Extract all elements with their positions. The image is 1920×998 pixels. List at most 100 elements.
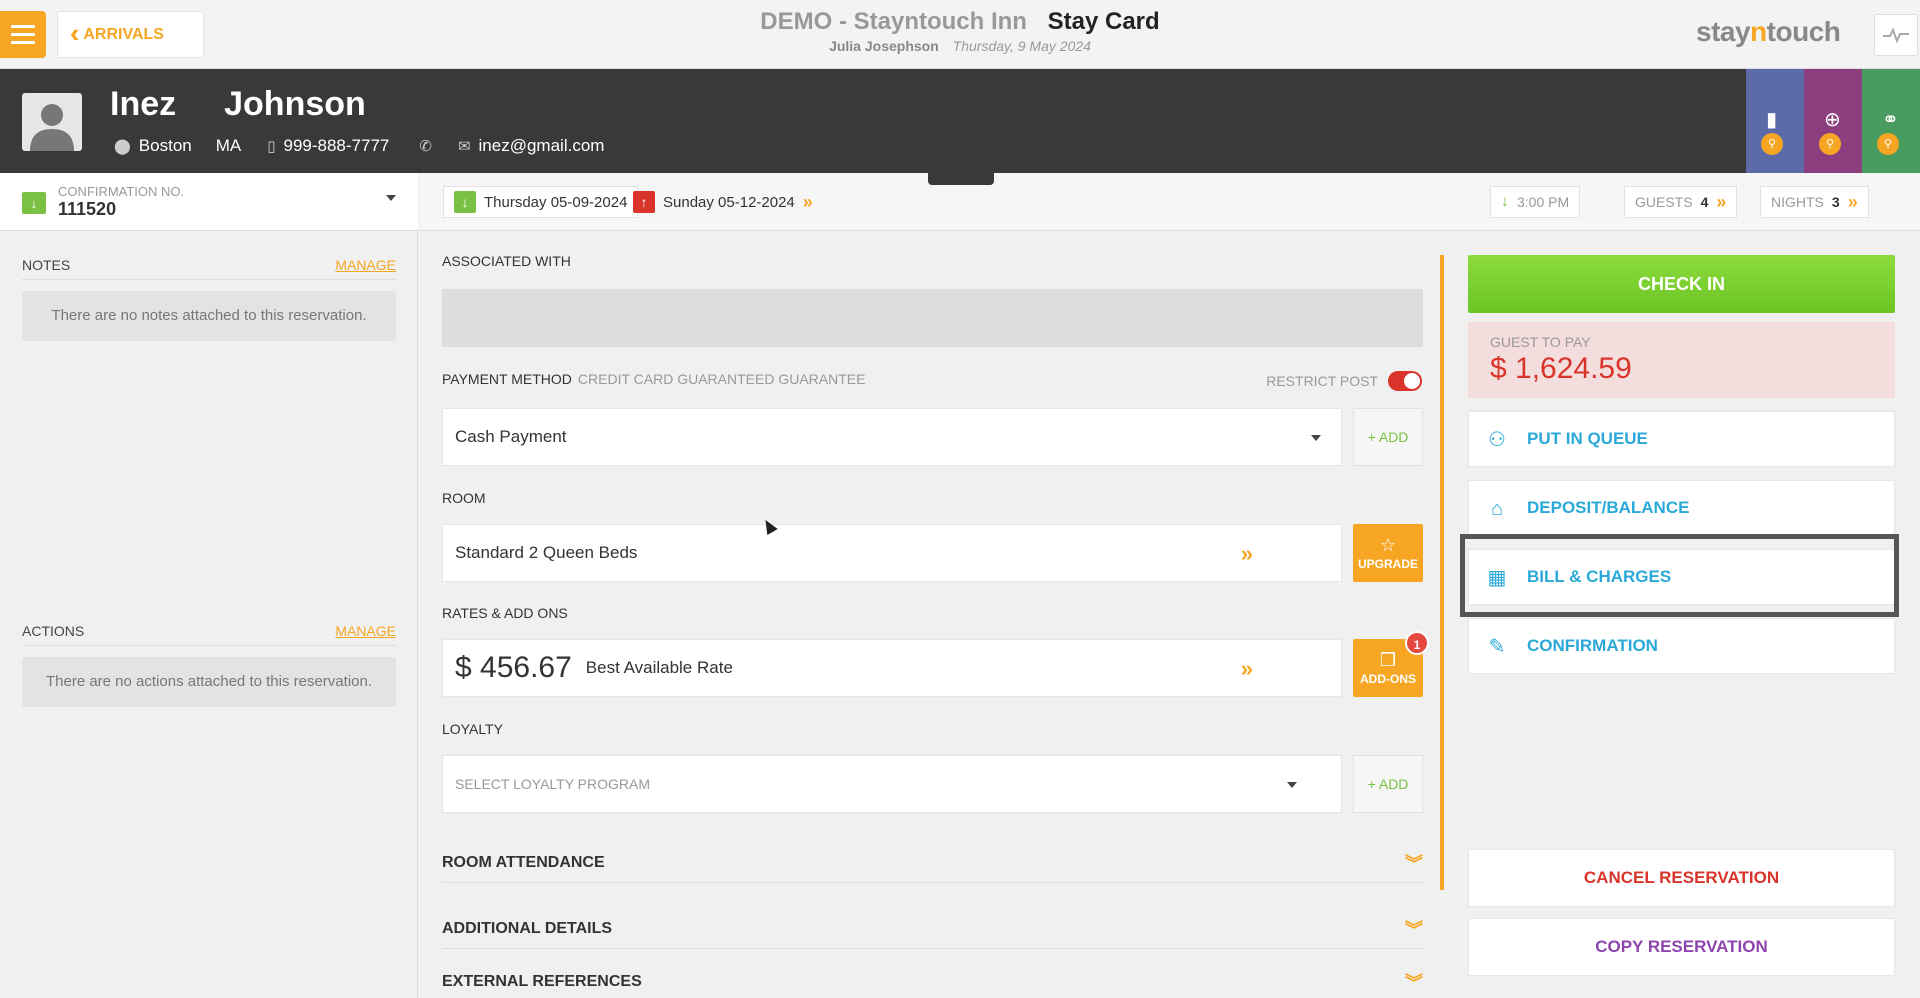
room-type-value: Standard 2 Queen Beds: [455, 543, 638, 562]
rates-label: RATES & ADD ONS: [442, 605, 568, 621]
add-loyalty-button[interactable]: + ADD: [1353, 755, 1423, 813]
guest-first-name: Inez: [110, 85, 177, 123]
telephone-icon: ✆: [419, 138, 432, 155]
caret-down-icon: [1311, 435, 1321, 441]
guest-location: ⬤ Boston MA: [114, 136, 241, 156]
door-icon: ▮: [1766, 109, 1778, 131]
guest-name[interactable]: Inez Johnson: [110, 85, 366, 124]
pen-icon: ✎: [1488, 636, 1506, 658]
put-in-queue-label: PUT IN QUEUE: [1527, 429, 1648, 448]
confirmation-selector[interactable]: ↓ CONFIRMATION NO. 111520: [0, 173, 418, 231]
loyalty-label: LOYALTY: [442, 721, 503, 737]
cancel-reservation-button[interactable]: CANCEL RESERVATION: [1468, 849, 1895, 907]
notes-empty-message: There are no notes attached to this rese…: [22, 291, 396, 341]
restrict-post-toggle[interactable]: [1388, 371, 1422, 391]
upgrade-label: UPGRADE: [1357, 556, 1418, 571]
loyalty-placeholder: SELECT LOYALTY PROGRAM: [455, 776, 651, 792]
section-title: EXTERNAL REFERENCES: [442, 973, 642, 990]
caret-down-icon: [386, 195, 396, 201]
tile-group-card[interactable]: ⚭ ⚲: [1862, 69, 1920, 173]
deposit-balance-button[interactable]: ⌂ DEPOSIT/BALANCE: [1468, 480, 1895, 536]
departure-date: Sunday 05-12-2024: [663, 193, 795, 211]
arrival-time-button[interactable]: ↓ 3:00 PM: [1490, 186, 1581, 218]
guest-to-pay-label: GUEST TO PAY: [1490, 334, 1591, 350]
drawer-handle[interactable]: [928, 173, 994, 185]
guest-email[interactable]: ✉ inez@gmail.com: [458, 136, 604, 156]
upgrade-button[interactable]: ☆ UPGRADE: [1353, 524, 1423, 582]
add-ons-button[interactable]: ❒ ADD-ONS 1: [1353, 631, 1429, 697]
confirmation-number: 111520: [58, 199, 117, 219]
external-references-section[interactable]: EXTERNAL REFERENCES ︾: [442, 967, 1423, 997]
calculator-icon: ▦: [1487, 567, 1507, 589]
actions-empty-message: There are no actions attached to this re…: [22, 657, 396, 707]
copy-reservation-button[interactable]: COPY RESERVATION: [1468, 918, 1895, 976]
tile-company-card[interactable]: ⊕ ⚲: [1804, 69, 1862, 173]
double-chevron-down-icon: »: [802, 191, 813, 212]
user-name: Julia Josephson: [829, 38, 939, 54]
stayntouch-logo: stayntouch: [1696, 16, 1841, 47]
chevron-down-icon: ︾: [1405, 919, 1423, 940]
actions-manage-link[interactable]: MANAGE: [335, 623, 396, 639]
arrival-arrow-icon: ↓: [1501, 193, 1509, 210]
guest-phone-number: 999-888-7777: [283, 136, 390, 155]
put-in-queue-button[interactable]: ⚇ PUT IN QUEUE: [1468, 411, 1895, 467]
rate-field[interactable]: $ 456.67 Best Available Rate »: [442, 639, 1342, 697]
payment-guarantee: CREDIT CARD GUARANTEED GUARANTEE: [577, 371, 866, 387]
arrival-arrow-icon: ↓: [22, 192, 46, 214]
double-chevron-right-icon: »: [1240, 656, 1253, 681]
guest-to-pay-amount: $ 1,624.59: [1490, 352, 1632, 385]
bill-charges-button[interactable]: ▦ BILL & CHARGES: [1468, 549, 1895, 605]
loyalty-program-select[interactable]: SELECT LOYALTY PROGRAM: [442, 755, 1342, 813]
mobile-phone-icon: ▯: [267, 138, 276, 155]
restrict-post-label: RESTRICT POST: [1266, 373, 1378, 389]
confirmation-button[interactable]: ✎ CONFIRMATION: [1468, 618, 1895, 674]
double-chevron-right-icon: »: [1240, 541, 1253, 566]
room-label: ROOM: [442, 490, 486, 506]
box-icon: ❒: [1379, 649, 1397, 670]
room-attendance-section[interactable]: ROOM ATTENDANCE ︾: [442, 843, 1423, 883]
guest-phone[interactable]: ▯ 999-888-7777 ✆: [267, 136, 432, 156]
double-chevron-right-icon: »: [1847, 191, 1858, 212]
confirmation-label: CONFIRMATION NO.: [58, 184, 185, 199]
payment-method-value: Cash Payment: [455, 427, 567, 446]
guest-to-pay-box: GUEST TO PAY $ 1,624.59: [1468, 322, 1895, 398]
guest-city: Boston: [138, 136, 192, 155]
associated-with-box[interactable]: [442, 289, 1423, 347]
section-title: ADDITIONAL DETAILS: [442, 919, 613, 937]
nights-label: NIGHTS: [1771, 194, 1824, 210]
additional-details-section[interactable]: ADDITIONAL DETAILS ︾: [442, 909, 1423, 949]
guests-label: GUESTS: [1635, 194, 1693, 210]
stay-dates-bar: ↓ Thursday 05-09-2024 ↑ Sunday 05-12-202…: [419, 173, 1920, 231]
person-silhouette-icon: [30, 104, 74, 151]
globe-icon: ⊕: [1824, 109, 1841, 131]
actions-header: ACTIONS MANAGE: [22, 623, 396, 646]
notes-manage-link[interactable]: MANAGE: [335, 257, 396, 273]
arrival-date: Thursday 05-09-2024: [484, 193, 628, 211]
guest-avatar[interactable]: [22, 93, 82, 151]
pulse-icon: [1883, 27, 1909, 43]
left-sidebar: ↓ CONFIRMATION NO. 111520 NOTES MANAGE T…: [0, 173, 418, 998]
payment-method-select[interactable]: Cash Payment: [442, 408, 1342, 466]
guests-button[interactable]: GUESTS 4 »: [1624, 186, 1738, 218]
room-type-field[interactable]: Standard 2 Queen Beds »: [442, 524, 1342, 582]
add-ons-label: ADD-ONS: [1360, 671, 1416, 686]
star-icon: ☆: [1379, 534, 1397, 555]
add-payment-button[interactable]: + ADD: [1353, 408, 1423, 466]
departure-date-button[interactable]: ↑ Sunday 05-12-2024 »: [623, 186, 823, 218]
arrival-date-button[interactable]: ↓ Thursday 05-09-2024: [443, 186, 639, 218]
tile-room-preferences[interactable]: ▮ ⚲: [1746, 69, 1804, 173]
payment-method-label: PAYMENT METHOD CREDIT CARD GUARANTEED GUA…: [442, 371, 866, 387]
top-bar: ‹‹ ARRIVALS DEMO - Stayntouch Inn Stay C…: [0, 0, 1920, 69]
arrival-arrow-icon: ↓: [454, 191, 476, 213]
magnifier-icon: ⚲: [1819, 133, 1841, 155]
associated-with-label: ASSOCIATED WITH: [442, 253, 571, 269]
section-title: ROOM ATTENDANCE: [442, 853, 605, 871]
guest-email-address: inez@gmail.com: [478, 136, 605, 155]
nights-button[interactable]: NIGHTS 3 »: [1760, 186, 1869, 218]
actions-title: ACTIONS: [22, 623, 85, 639]
activity-pulse-button[interactable]: [1874, 14, 1918, 56]
notes-header: NOTES MANAGE: [22, 257, 396, 280]
page-title: DEMO - Stayntouch Inn Stay Card: [0, 8, 1920, 36]
page-header: DEMO - Stayntouch Inn Stay Card Julia Jo…: [0, 8, 1920, 54]
check-in-button[interactable]: CHECK IN: [1468, 255, 1895, 313]
